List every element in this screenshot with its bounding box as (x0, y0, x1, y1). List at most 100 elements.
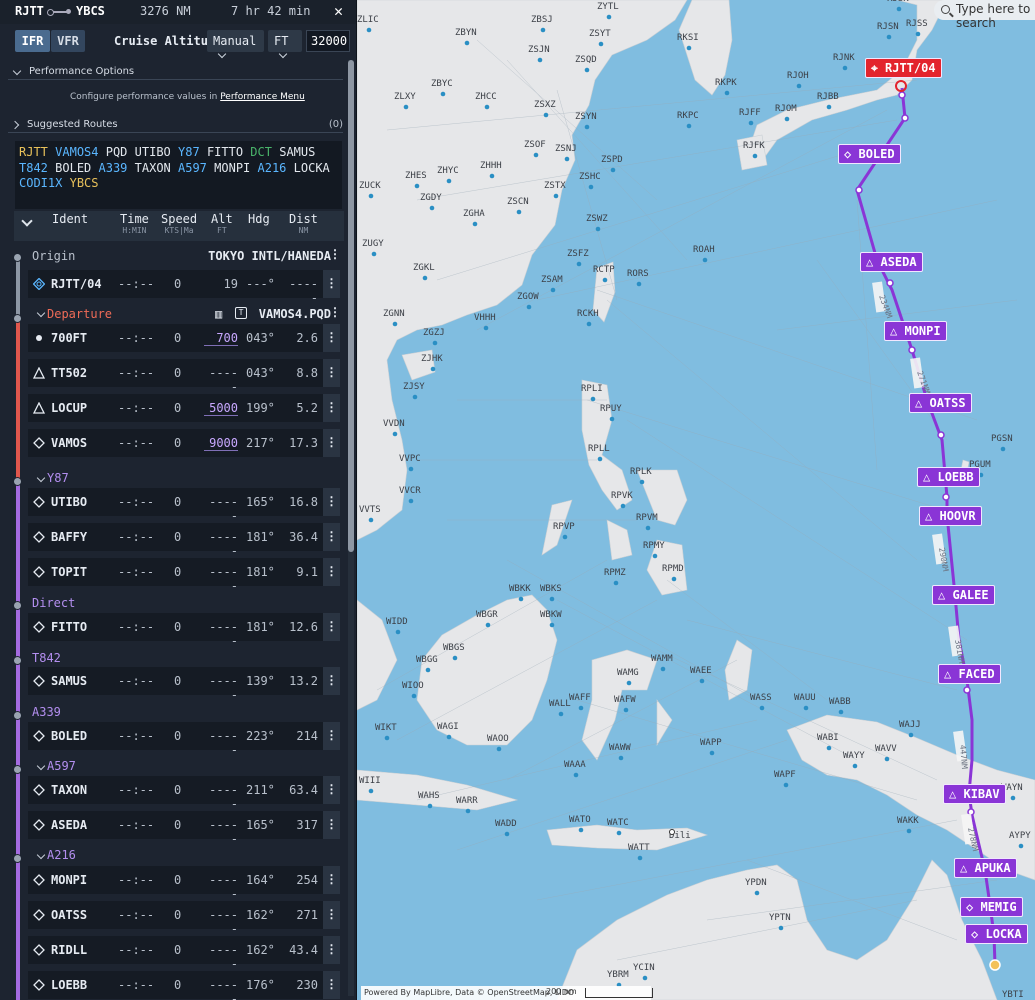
airport-label[interactable]: RKPC (677, 111, 699, 121)
row-more-icon[interactable]: ⋮ (323, 394, 340, 422)
airport-label[interactable]: ZGZJ (423, 328, 445, 338)
airport-label[interactable]: ZBYC (431, 79, 453, 89)
airport-label[interactable]: YBTI (1002, 990, 1024, 1000)
ifr-toggle[interactable]: IFR (15, 30, 50, 52)
airport-label[interactable]: ZBYN (455, 28, 477, 38)
airport-label[interactable]: WAWW (609, 743, 631, 753)
waypoint-row[interactable]: RJTT/04 --:-- 0 19 ---° ----- ⋮ (28, 270, 340, 305)
airport-label[interactable]: ZHYC (437, 166, 459, 176)
waypoint-row[interactable]: 700FT --:-- 0 700 043° 2.6 ⋮ (28, 324, 340, 352)
airport-label[interactable]: WAEE (690, 666, 712, 676)
waypoint-ident[interactable]: 700FT (51, 331, 87, 345)
row-more-icon[interactable]: ⋮ (323, 811, 340, 839)
airport-label[interactable]: PGSN (991, 434, 1013, 444)
departure-more-icon[interactable]: ⋮ (329, 305, 341, 319)
row-more-icon[interactable]: ⋮ (323, 359, 340, 387)
altitude-mode-select[interactable]: Manual (207, 30, 264, 59)
performance-options-header[interactable]: Performance Options (8, 66, 343, 80)
airport-label[interactable]: ZSWZ (586, 214, 608, 224)
airport-label[interactable]: AYPY (1009, 831, 1031, 841)
airport-label[interactable]: RPVM (636, 513, 658, 523)
airport-label[interactable]: WABI (817, 733, 839, 743)
airport-label[interactable]: RCTP (593, 265, 615, 275)
waypoint-ident[interactable]: LOEBB (51, 978, 87, 992)
waypoint-row[interactable]: TOPIT --:-- 0 ----- 181° 9.1 ⋮ (28, 558, 340, 593)
route-string-input[interactable]: RJTT VAMOS4 PQD UTIBO Y87 FITTO DCT SAMU… (15, 141, 342, 209)
map-waypoint-label[interactable]: △ OATSS (909, 393, 972, 413)
origin-code[interactable]: RJTT (15, 4, 44, 18)
chevron-down-icon[interactable] (36, 761, 46, 771)
map-waypoint-label[interactable]: △ MONPI (884, 321, 947, 341)
row-more-icon[interactable]: ⋮ (323, 971, 340, 999)
waypoint-row[interactable]: OATSS --:-- 0 ----- 162° 271 ⋮ (28, 901, 340, 936)
map-waypoint-label[interactable]: △ LOEBB (917, 467, 980, 487)
airport-label[interactable]: RPMY (643, 541, 665, 551)
airport-label[interactable]: ZJHK (421, 354, 443, 364)
airport-label[interactable]: ZGNN (383, 309, 405, 319)
group-y87-label[interactable]: Y87 (47, 471, 69, 485)
chevron-down-icon[interactable] (36, 308, 46, 318)
waypoint-row[interactable]: RIDLL --:-- 0 ----- 162° 43.4 ⋮ (28, 936, 340, 971)
airport-label[interactable]: WAFF (569, 693, 591, 703)
waypoint-row[interactable]: FITTO --:-- 0 ----- 181° 12.6 ⋮ (28, 613, 340, 648)
row-more-icon[interactable]: ⋮ (323, 488, 340, 516)
airport-label[interactable]: RCKH (577, 309, 599, 319)
row-more-icon[interactable]: ⋮ (323, 901, 340, 929)
waypoint-row[interactable]: UTIBO --:-- 0 ----- 165° 16.8 ⋮ (28, 488, 340, 523)
waypoint-row[interactable]: LOEBB --:-- 0 ----- 176° 230 ⋮ (28, 971, 340, 1000)
airport-label[interactable]: WAYY (843, 751, 865, 761)
altitude-unit-select[interactable]: FT (268, 30, 302, 59)
airport-label[interactable]: WAPP (700, 738, 722, 748)
group-departure-label[interactable]: Departure (47, 307, 112, 321)
airport-label[interactable]: YPDN (745, 878, 767, 888)
airport-label[interactable]: ZLXY (394, 92, 416, 102)
airport-label[interactable]: WBGG (416, 655, 438, 665)
waypoint-ident[interactable]: OATSS (51, 908, 87, 922)
destination-code[interactable]: YBCS (76, 4, 105, 18)
airport-label[interactable]: ZUGY (362, 239, 384, 249)
waypoint-ident[interactable]: SAMUS (51, 674, 87, 688)
airport-label[interactable]: WAFW (614, 695, 636, 705)
airport-label[interactable]: RPVK (611, 491, 633, 501)
map-search-input[interactable]: Type here to search (934, 0, 1035, 30)
airport-label[interactable]: RJSK (887, 0, 909, 4)
airport-label[interactable]: WAVV (875, 744, 897, 754)
airport-label[interactable]: RJSN (877, 22, 899, 32)
airport-label[interactable]: ZSQD (575, 55, 597, 65)
airport-label[interactable]: WAPF (774, 770, 796, 780)
waypoint-ident[interactable]: BAFFY (51, 530, 87, 544)
airport-label[interactable]: ZSPD (601, 155, 623, 165)
suggested-routes-header[interactable]: Suggested Routes (0) (8, 119, 343, 133)
airport-label[interactable]: WATT (628, 843, 650, 853)
scrollbar-thumb[interactable] (348, 60, 354, 552)
row-more-icon[interactable]: ⋮ (323, 270, 340, 298)
airport-label[interactable]: ZSAM (541, 275, 563, 285)
airport-label[interactable]: ZJSY (403, 382, 425, 392)
waypoint-row[interactable]: MONPI --:-- 0 ----- 164° 254 ⋮ (28, 866, 340, 901)
waypoint-ident[interactable]: TAXON (51, 783, 87, 797)
airport-label[interactable]: WAAA (564, 760, 586, 770)
waypoint-row[interactable]: BAFFY --:-- 0 ----- 181° 36.4 ⋮ (28, 523, 340, 558)
airport-label[interactable]: ZSFZ (567, 249, 589, 259)
text-procedure-icon[interactable]: T (235, 307, 247, 319)
waypoint-row[interactable]: TAXON --:-- 0 ----- 211° 63.4 ⋮ (28, 776, 340, 811)
airport-label[interactable]: ZSJN (528, 45, 550, 55)
row-more-icon[interactable]: ⋮ (323, 523, 340, 551)
row-more-icon[interactable]: ⋮ (323, 558, 340, 586)
airport-label[interactable]: ZGDY (420, 193, 442, 203)
waypoint-row[interactable]: ASEDA --:-- 0 ----- 165° 317 ⋮ (28, 811, 340, 846)
map-waypoint-label[interactable]: △ GALEE (932, 585, 995, 605)
airport-label[interactable]: WATC (607, 818, 629, 828)
airport-label[interactable]: RJFK (743, 141, 765, 151)
airport-label[interactable]: RPLI (581, 384, 603, 394)
airport-label[interactable]: VVDN (383, 419, 405, 429)
group-a597-label[interactable]: A597 (47, 759, 76, 773)
airport-label[interactable]: WAOO (487, 734, 509, 744)
airport-label[interactable]: WASS (750, 693, 772, 703)
map-waypoint-label[interactable]: △ FACED (938, 664, 1001, 684)
map-waypoint-label[interactable]: ◇ BOLED (838, 144, 901, 164)
airport-label[interactable]: WBKK (509, 584, 531, 594)
collapse-all-icon[interactable] (21, 215, 33, 227)
airport-label[interactable]: RPLK (630, 467, 652, 477)
airport-label[interactable]: ZLIC (357, 15, 379, 25)
